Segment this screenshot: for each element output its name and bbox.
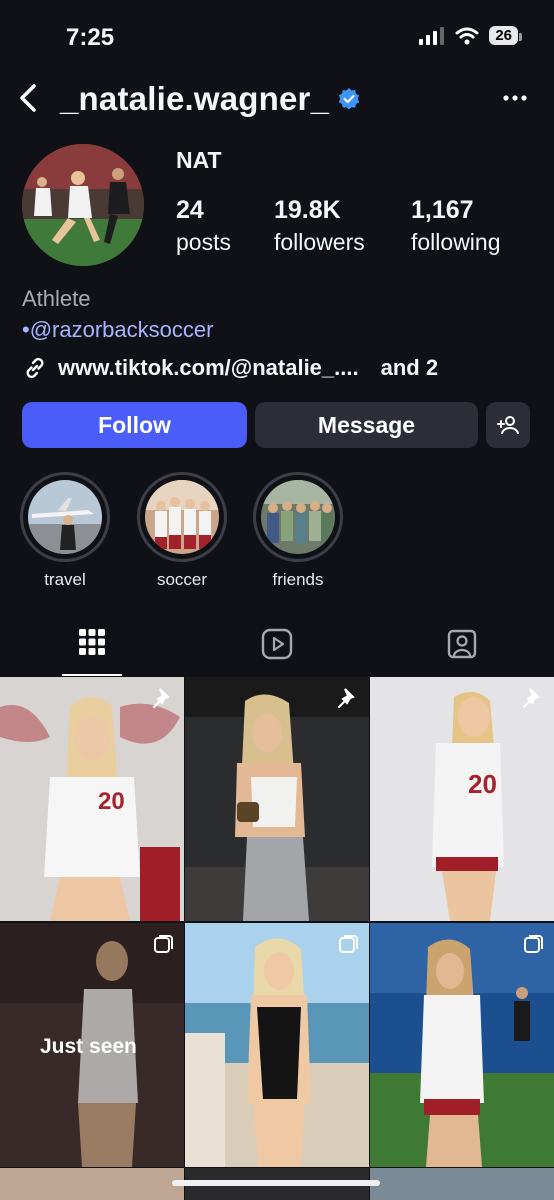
bio-mention-link[interactable]: •@razorbacksoccer [22,317,213,343]
pin-icon [523,688,540,708]
highlight-label: travel [44,570,86,589]
verified-icon [338,88,360,110]
highlight-soccer[interactable]: soccer [136,472,228,590]
reels-icon [261,628,293,660]
bio-category: Athlete [22,286,91,311]
highlight-ring [137,472,227,562]
suggested-users-button[interactable] [486,402,530,448]
tagged-icon [447,629,477,659]
status-bar: 7:25 26 [0,0,554,72]
stat-value: 1,167 [411,196,474,224]
stat-label: following [411,229,501,255]
just-seen-label: Just seen [40,1035,137,1058]
signal-icon [419,26,445,45]
highlight-travel[interactable]: travel [19,472,111,590]
post-thumbnail[interactable]: Just seen [0,923,184,1167]
back-icon[interactable] [12,80,48,116]
highlight-label: soccer [156,570,208,589]
carousel-icon [154,935,173,953]
tab-tagged[interactable] [370,618,554,676]
highlight-cover [28,480,102,554]
username-wrap: _natalie.wagner_ [60,80,361,118]
svg-text:20: 20 [98,788,125,815]
profile-display-name: NAT [176,147,222,173]
highlight-friends[interactable]: friends [252,472,344,590]
carousel-icon [339,935,358,953]
status-icons: 26 [419,26,522,45]
posts-count[interactable]: 24 posts [176,196,231,256]
stat-label: posts [176,229,231,255]
post-thumbnail[interactable]: 20 [0,677,184,921]
post-thumbnail[interactable] [370,923,554,1167]
bio-link-more: and 2 [380,355,439,380]
svg-text:20: 20 [468,769,497,799]
stat-value: 24 [176,196,204,224]
highlight-label: friends [272,570,324,589]
carousel-icon [524,935,543,953]
stat-value: 19.8K [274,196,341,224]
status-time: 7:25 [66,24,115,51]
highlight-ring [253,472,343,562]
profile-avatar[interactable] [22,144,144,266]
post-thumbnail[interactable] [370,1168,554,1200]
profile-header: _natalie.wagner_ [0,78,554,122]
bio-link-text: www.tiktok.com/@natalie_.... [58,355,359,380]
add-person-icon [497,416,519,435]
more-icon[interactable] [502,88,528,108]
link-icon [26,357,44,379]
post-thumbnail[interactable] [185,677,369,921]
bio-external-link[interactable]: www.tiktok.com/@natalie_.... and 2 [22,355,438,381]
pin-icon [338,688,355,708]
profile-tabs [0,618,554,676]
profile-username: _natalie.wagner_ [60,80,330,117]
followers-count[interactable]: 19.8K followers [274,196,365,256]
pin-icon [153,688,170,708]
wifi-icon [455,27,479,44]
post-thumbnail[interactable]: 20 [370,677,554,921]
home-indicator[interactable] [172,1180,380,1186]
tab-posts[interactable] [0,618,184,676]
message-button[interactable]: Message [255,402,478,448]
battery-indicator: 26 [489,26,522,45]
post-thumbnail[interactable] [0,1168,184,1200]
following-count[interactable]: 1,167 following [411,196,501,256]
grid-icon [79,629,105,655]
highlight-cover [145,480,219,554]
highlight-cover [261,480,335,554]
post-thumbnail[interactable] [185,923,369,1167]
stat-label: followers [274,229,365,255]
follow-button[interactable]: Follow [22,402,247,448]
highlight-ring [20,472,110,562]
tab-reels[interactable] [185,618,369,676]
active-tab-indicator [62,674,122,676]
